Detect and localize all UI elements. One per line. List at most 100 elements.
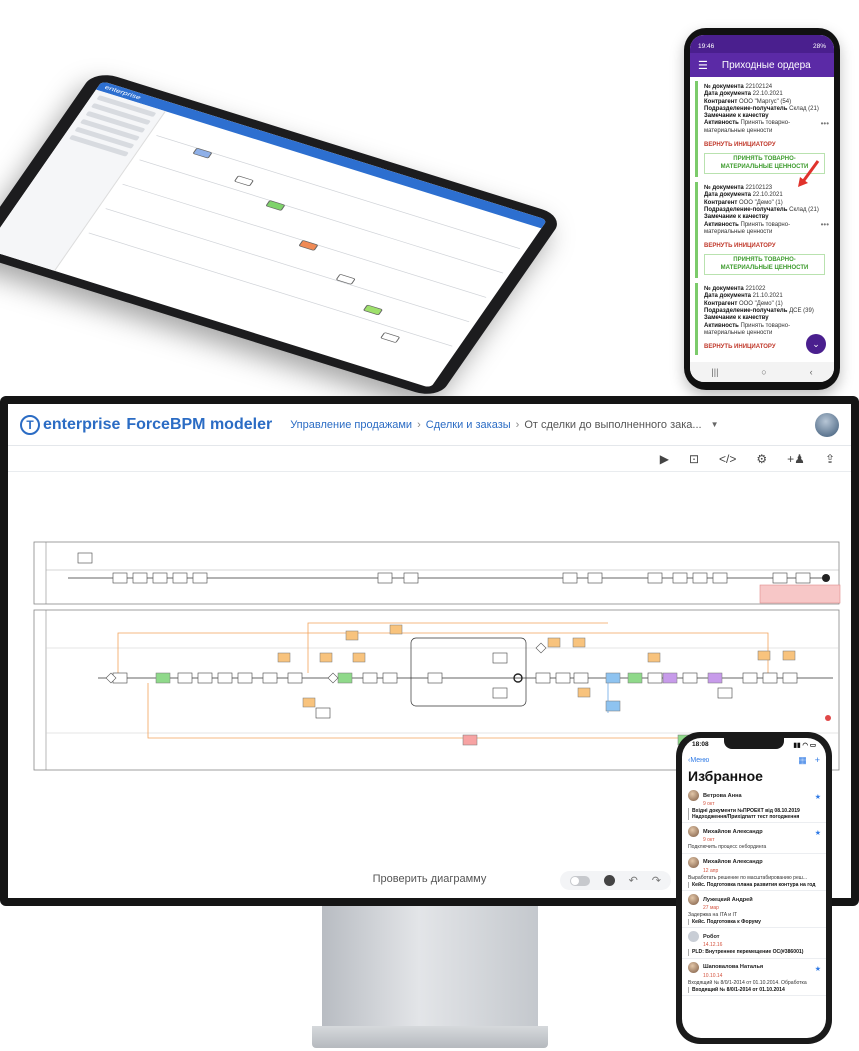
doc-unit: Склад (21) (789, 105, 819, 112)
import-icon[interactable]: ⊡ (689, 452, 699, 466)
redo-icon[interactable]: ↷ (652, 874, 661, 887)
doc-number-label: № документа (704, 84, 744, 90)
undo-icon[interactable]: ↶ (629, 874, 638, 887)
favorite-item[interactable]: Лужецкий Андрей 27 мар Задержка на ITA и… (682, 891, 826, 929)
doc-remark-label: Замечание к качеству (704, 315, 769, 322)
logo[interactable]: T enterprise ForceBPM modeler (20, 414, 273, 435)
tablet-screen: enterprise (0, 81, 548, 388)
page-title: Избранное (688, 768, 763, 784)
item-time: 27 мар (703, 905, 719, 912)
iphone-device: 18:08 ▮▮ ◠ ▭ ‹Меню ▦ + Избранное Ветрова… (676, 732, 832, 1044)
chevron-down-icon: ⌄ (812, 338, 820, 349)
scroll-down-fab[interactable]: ⌄ (806, 334, 826, 354)
back-icon[interactable]: ‹ (810, 367, 813, 377)
validate-diagram-button[interactable]: Проверить диаграмму (373, 873, 487, 885)
document-card[interactable]: № документа 22102123 Дата документа 22.1… (695, 182, 829, 279)
monitor-stand (322, 906, 538, 1026)
error-highlight (759, 584, 841, 604)
breadcrumb-current[interactable]: От сделки до выполненного зака... (524, 419, 701, 431)
item-time: 14.12.16 (703, 942, 723, 949)
modeler-header: T enterprise ForceBPM modeler Управление… (8, 404, 851, 446)
favorite-item[interactable]: Шаповалова Наталья 10.10.14 Входящий № 8… (682, 959, 826, 997)
avatar (688, 856, 699, 868)
doc-date-label: Дата документа (704, 293, 751, 300)
author-name: Михайлов Александр (703, 828, 763, 835)
back-button[interactable]: ‹Меню (688, 757, 709, 764)
android-phone: 19:46 28% ☰ Приходные ордера № документа… (684, 28, 840, 390)
android-status-battery: 28% (812, 43, 826, 50)
code-icon[interactable]: </> (719, 452, 736, 466)
android-app-bar: ☰ Приходные ордера (690, 53, 834, 77)
receipt-orders-list: № документа 22102124 Дата документа 22.1… (690, 77, 834, 356)
doc-contractor-label: Контрагент (704, 98, 738, 105)
item-time: 9 окт (703, 837, 715, 844)
robot-avatar (688, 931, 699, 943)
avatar[interactable] (815, 412, 839, 437)
doc-number-label: № документа (704, 286, 744, 293)
author-name: Робот (703, 933, 720, 940)
author-name: Лужецкий Андрей (703, 896, 753, 903)
avatar (688, 894, 699, 906)
item-subject: Кейс. Подготовка плана развития контура … (688, 881, 820, 889)
doc-date: 22.10.2021 (752, 192, 783, 199)
accept-goods-button[interactable]: ПРИНЯТЬ ТОВАРНО-МАТЕРИАЛЬНЫЕ ЦЕННОСТИ (704, 254, 825, 276)
star-icon[interactable]: ★ (815, 965, 821, 973)
doc-unit: Склад (21) (789, 206, 819, 213)
favorite-item[interactable]: Робот 14.12.16 PLD: Внутреннее перемещен… (682, 928, 826, 959)
item-text: Выработать решение по масштабированию ре… (688, 874, 808, 881)
favorite-item[interactable]: Михайлов Александр 9 окт Подключить проц… (682, 823, 826, 854)
brand-name: enterprise (43, 415, 121, 433)
grid-icon[interactable]: ▦ (798, 755, 807, 766)
favorite-item[interactable]: Михайлов Александр 12 апр Выработать реш… (682, 854, 826, 892)
chevron-down-icon[interactable]: ▼ (711, 420, 719, 429)
tablet-device: enterprise (0, 40, 660, 399)
share-icon[interactable]: ⇪ (825, 452, 835, 466)
doc-contractor-label: Контрагент (704, 300, 738, 307)
gear-icon[interactable]: ⚙ (756, 452, 767, 466)
breadcrumb-item[interactable]: Сделки и заказы (426, 419, 511, 431)
play-icon[interactable]: ▶ (660, 452, 669, 466)
doc-number: 221022 (745, 286, 766, 293)
doc-unit-label: Подразделение-получатель (704, 105, 788, 112)
author-name: Шаповалова Наталья (703, 964, 764, 971)
back-label: Меню (690, 756, 710, 764)
doc-number: 22102123 (745, 185, 773, 192)
hamburger-menu-icon[interactable]: ☰ (698, 59, 708, 72)
return-to-initiator-button[interactable]: ВЕРНУТЬ ИНИЦИАТОРУ (704, 140, 825, 150)
avatar (688, 790, 699, 801)
view-toggle[interactable] (569, 875, 590, 886)
recent-apps-icon[interactable]: ||| (711, 367, 718, 377)
return-to-initiator-button[interactable]: ВЕРНУТЬ ИНИЦИАТОРУ (704, 241, 825, 251)
favorite-item[interactable]: Ветрова Анна 9 окт Вхідні документи №ПРО… (682, 787, 826, 824)
item-text: Подключить процесс онбординга (688, 844, 767, 851)
enterprise-logo-icon: T (20, 414, 40, 435)
product-name: ForceBPM modeler (126, 415, 273, 433)
doc-contractor-label: Контрагент (704, 199, 738, 206)
star-icon[interactable]: ★ (815, 829, 821, 837)
home-icon[interactable]: ○ (761, 367, 766, 377)
marketing-composite: enterprise 19:46 28% ☰ Приходные ордера … (0, 0, 859, 1051)
item-time: 10.10.14 (703, 972, 723, 979)
item-time: 12 апр (703, 867, 719, 874)
doc-contractor: ООО "Маргус" (54) (738, 98, 792, 105)
android-status-bar: 19:46 28% (690, 35, 834, 53)
doc-date-label: Дата документа (704, 192, 751, 199)
doc-contractor: ООО "Демо" (1) (738, 199, 783, 206)
doc-unit: ДСЕ (39) (789, 308, 814, 315)
breadcrumb-item[interactable]: Управление продажами (290, 419, 412, 431)
modeler-toolbar: ▶ ⊡ </> ⚙ +♟ ⇪ (8, 446, 851, 472)
item-text: Задержка на ITA и IT (688, 912, 738, 919)
signal-icon: ▮▮ ◠ ▭ (793, 742, 816, 749)
add-user-icon[interactable]: +♟ (787, 452, 805, 466)
more-options-icon[interactable]: ••• (821, 119, 829, 128)
star-icon[interactable]: ★ (815, 793, 821, 801)
item-text: Входящий № 8/0/1-2014 от 01.10.2014. Обр… (688, 979, 807, 986)
more-options-icon[interactable]: ••• (821, 220, 829, 229)
doc-contractor: ООО "Демо" (1) (738, 300, 783, 307)
plus-icon[interactable]: + (815, 755, 820, 766)
eye-icon[interactable] (603, 875, 615, 886)
item-subject: Кейс. Подготовка к Форуму (688, 919, 820, 926)
ios-status-time: 18:08 (692, 741, 709, 748)
android-page-title: Приходные ордера (721, 59, 811, 71)
android-nav-bar: ||| ○ ‹ (690, 362, 834, 382)
